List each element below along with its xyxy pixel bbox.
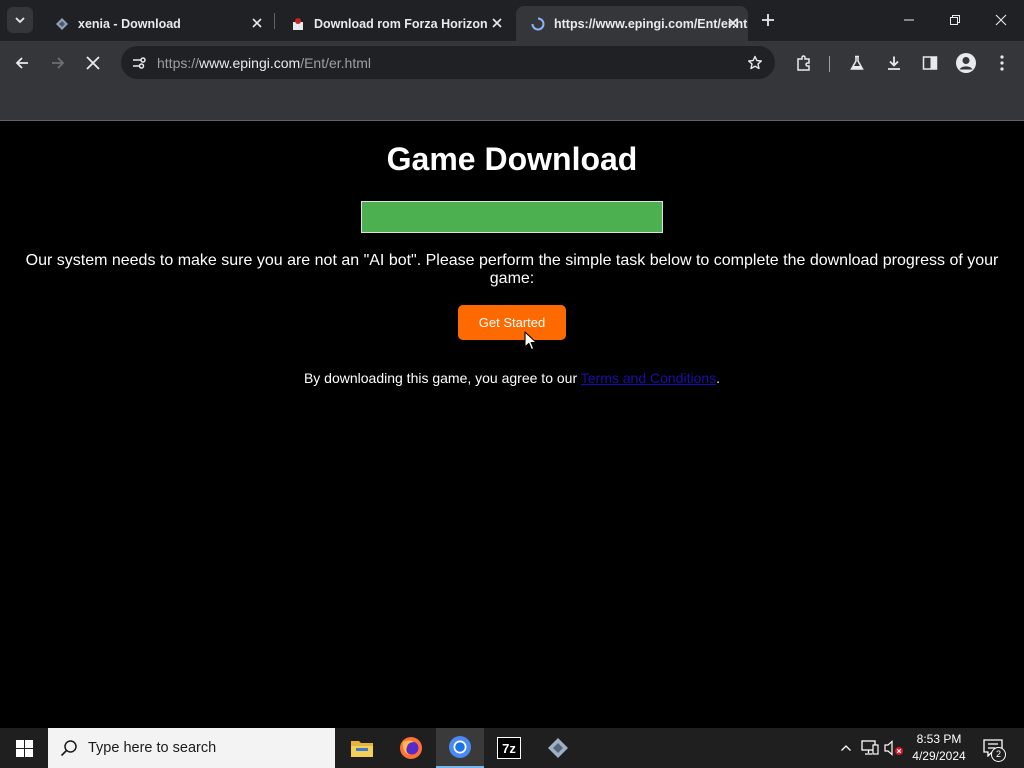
- forward-button[interactable]: [44, 49, 72, 77]
- tab-search-button[interactable]: [7, 7, 33, 33]
- terms-prefix: By downloading this game, you agree to o…: [303, 370, 581, 386]
- stop-loading-button[interactable]: [79, 49, 107, 77]
- site-info-icon[interactable]: [126, 50, 152, 76]
- chrome-menu-button[interactable]: [988, 49, 1016, 77]
- page-title: Game Download: [386, 141, 638, 177]
- restore-icon: [950, 15, 960, 25]
- taskbar-7zip[interactable]: 7z: [485, 728, 533, 768]
- profile-button[interactable]: [952, 49, 980, 77]
- taskbar-chrome[interactable]: [436, 728, 484, 768]
- profile-avatar-icon: [956, 53, 976, 73]
- search-placeholder: Type here to search: [88, 740, 217, 756]
- tab-epingi-active[interactable]: https://www.epingi.com/Ent/er.html: [516, 6, 748, 41]
- tab-title: https://www.epingi.com/Ent/er.html: [554, 16, 748, 31]
- url-text[interactable]: https://www.epingi.com/Ent/er.html: [157, 55, 371, 71]
- more-vert-icon: [1000, 55, 1004, 71]
- side-panel-button[interactable]: [916, 49, 944, 77]
- download-progress-bar: [361, 201, 663, 233]
- flask-icon: [850, 55, 864, 70]
- download-icon: [888, 56, 900, 70]
- tab-xenia[interactable]: xenia - Download: [40, 6, 272, 41]
- action-center-button[interactable]: 2: [978, 734, 1008, 762]
- start-button[interactable]: [0, 728, 48, 768]
- terms-statement: By downloading this game, you agree to o…: [0, 370, 1024, 386]
- browser-toolbar: https://www.epingi.com/Ent/er.html: [0, 41, 1024, 85]
- chrome-icon: [449, 736, 471, 758]
- clock-time: 8:53 PM: [916, 732, 962, 746]
- url-path: /Ent/er.html: [300, 55, 371, 71]
- get-started-button[interactable]: Get Started: [458, 305, 566, 340]
- plus-icon: [762, 14, 774, 26]
- rom-site-icon: [290, 16, 306, 32]
- search-icon: [60, 740, 77, 757]
- taskbar-xenia[interactable]: [534, 728, 582, 768]
- windows-logo-icon: [15, 739, 33, 757]
- back-button[interactable]: [8, 49, 36, 77]
- tab-title: Download rom Forza Horizon: [314, 16, 488, 31]
- bookmark-star-icon[interactable]: [742, 50, 768, 76]
- address-bar[interactable]: https://www.epingi.com/Ent/er.html: [121, 46, 775, 79]
- url-host: www.epingi.com: [199, 55, 301, 71]
- stop-icon: [86, 56, 100, 70]
- puzzle-icon: [797, 55, 810, 71]
- tab-separator: [274, 13, 275, 29]
- taskbar-firefox[interactable]: [387, 728, 435, 768]
- minimize-button[interactable]: [886, 0, 932, 40]
- system-clock[interactable]: 8:53 PM 4/29/2024: [905, 731, 973, 765]
- progress-fill: [362, 202, 662, 232]
- firefox-icon: [400, 737, 422, 759]
- close-tab-icon[interactable]: [248, 14, 266, 32]
- close-icon: [995, 14, 1007, 26]
- clock-date: 4/29/2024: [912, 749, 966, 763]
- xenia-icon: [548, 738, 568, 758]
- terms-suffix: .: [716, 370, 721, 386]
- url-scheme: https://: [157, 55, 200, 71]
- downloads-button[interactable]: [880, 49, 908, 77]
- chevron-down-icon: [15, 17, 25, 24]
- tab-title: xenia - Download: [78, 16, 181, 31]
- taskbar-search-box[interactable]: Type here to search: [48, 728, 335, 768]
- toolbar-separator: [829, 56, 830, 72]
- volume-tray-button[interactable]: [884, 738, 904, 758]
- web-page: Game Download Our system needs to make s…: [0, 121, 1024, 728]
- restore-button[interactable]: [932, 0, 978, 40]
- bookmarks-bar: [0, 85, 1024, 121]
- close-tab-icon[interactable]: [724, 14, 742, 32]
- volume-muted-icon: [884, 740, 903, 756]
- taskbar-file-explorer[interactable]: [338, 728, 386, 768]
- show-hidden-icons-button[interactable]: [836, 738, 856, 758]
- tab-strip: xenia - Download Download rom Forza Hori…: [0, 0, 1024, 41]
- loading-icon: [530, 16, 546, 32]
- network-icon: [861, 740, 879, 755]
- close-window-button[interactable]: [978, 0, 1024, 40]
- 7zip-icon: 7z: [497, 737, 521, 759]
- file-explorer-icon: [351, 741, 373, 757]
- chevron-up-icon: [841, 745, 851, 751]
- terms-link[interactable]: Terms and Conditions: [581, 370, 716, 386]
- labs-button[interactable]: [843, 49, 871, 77]
- network-tray-button[interactable]: [860, 738, 880, 758]
- side-panel-icon: [922, 56, 938, 70]
- bot-check-notice: Our system needs to make sure you are no…: [25, 252, 999, 287]
- arrow-left-icon: [15, 57, 28, 69]
- mouse-cursor-icon: [524, 331, 538, 351]
- extensions-button[interactable]: [790, 49, 818, 77]
- xenia-icon: [54, 16, 70, 32]
- windows-taskbar: Type here to search 7z 8:53 PM 4/29/2024…: [0, 728, 1024, 768]
- close-tab-icon[interactable]: [488, 14, 506, 32]
- new-tab-button[interactable]: [756, 8, 780, 32]
- notification-count-badge: 2: [991, 747, 1006, 762]
- arrow-right-icon: [52, 57, 65, 69]
- minimize-icon: [904, 19, 914, 21]
- 7zip-label: 7z: [502, 741, 516, 756]
- tab-forza-rom[interactable]: Download rom Forza Horizon: [276, 6, 512, 41]
